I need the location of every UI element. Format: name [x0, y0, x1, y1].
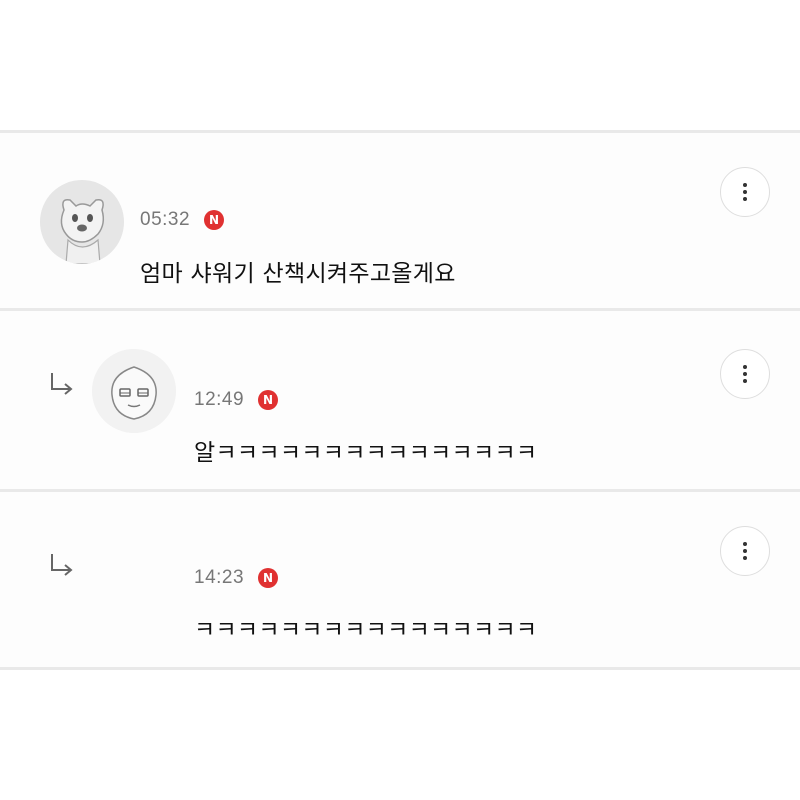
comment-time: 05:32: [140, 209, 191, 230]
new-badge-icon: N: [204, 210, 224, 230]
more-vertical-icon: [743, 183, 747, 187]
comment-text: 엄마 샤워기 산책시켜주고올게요: [140, 261, 456, 287]
comment-text: 알ㅋㅋㅋㅋㅋㅋㅋㅋㅋㅋㅋㅋㅋㅋㅋ: [194, 440, 538, 466]
more-options-button[interactable]: [720, 167, 770, 217]
more-vertical-icon: [743, 365, 747, 369]
more-vertical-icon: [743, 542, 747, 546]
comment-thread: 05:32 N 엄마 샤워기 산책시켜주고올게요 12:49 N 알ㅋㅋㅋㅋㅋㅋ…: [0, 0, 800, 800]
comment-item: 05:32 N 엄마 샤워기 산책시켜주고올게요: [0, 133, 800, 308]
dog-character-icon[interactable]: [40, 180, 124, 264]
new-badge-icon: N: [258, 568, 278, 588]
divider: [0, 667, 800, 670]
comment-time: 14:23: [194, 567, 245, 588]
reply-item: 12:49 N 알ㅋㅋㅋㅋㅋㅋㅋㅋㅋㅋㅋㅋㅋㅋㅋ: [0, 311, 800, 489]
more-options-button[interactable]: [720, 526, 770, 576]
reply-arrow-icon: [51, 373, 73, 395]
reply-arrow-icon: [51, 554, 73, 576]
more-options-button[interactable]: [720, 349, 770, 399]
new-badge-icon: N: [258, 390, 278, 410]
comment-text: ㅋㅋㅋㅋㅋㅋㅋㅋㅋㅋㅋㅋㅋㅋㅋㅋ: [194, 617, 538, 643]
reply-item: 14:23 N ㅋㅋㅋㅋㅋㅋㅋㅋㅋㅋㅋㅋㅋㅋㅋㅋ: [0, 492, 800, 667]
comment-time: 12:49: [194, 389, 245, 410]
peach-character-icon[interactable]: [92, 349, 176, 433]
